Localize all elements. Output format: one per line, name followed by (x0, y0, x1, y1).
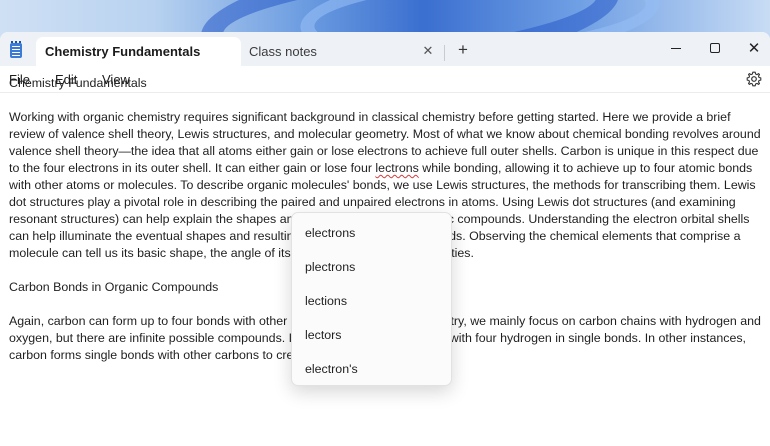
minimize-icon (671, 47, 681, 49)
document-title: Chemistry Fundamentals (9, 76, 147, 90)
minimize-button[interactable] (656, 36, 696, 60)
misspelled-word[interactable]: lectrons (375, 161, 418, 175)
notepad-app-icon (10, 41, 22, 58)
tab-divider (444, 45, 445, 61)
tab-chemistry-fundamentals[interactable]: Chemistry Fundamentals (36, 37, 241, 66)
close-window-button[interactable]: ✕ (734, 36, 770, 60)
close-icon: ✕ (747, 39, 761, 57)
suggestion-item[interactable]: electron's (292, 352, 451, 386)
spelling-suggestions-flyout: electrons plectrons lections lectors ele… (291, 212, 452, 386)
suggestion-item[interactable]: plectrons (292, 250, 451, 284)
title-bar[interactable]: Chemistry Fundamentals Class notes ✕ + ✕ (0, 32, 770, 66)
suggestion-item[interactable]: lectors (292, 318, 451, 352)
maximize-button[interactable] (695, 36, 735, 60)
close-tab-icon[interactable]: ✕ (421, 44, 435, 58)
new-tab-button[interactable]: + (454, 41, 472, 59)
maximize-icon (710, 43, 720, 53)
tab-label: Chemistry Fundamentals (45, 44, 201, 59)
suggestion-item[interactable]: lections (292, 284, 451, 318)
suggestion-item[interactable]: electrons (292, 216, 451, 250)
tab-label: Class notes (249, 44, 317, 59)
tab-class-notes[interactable]: Class notes ✕ (241, 37, 441, 66)
